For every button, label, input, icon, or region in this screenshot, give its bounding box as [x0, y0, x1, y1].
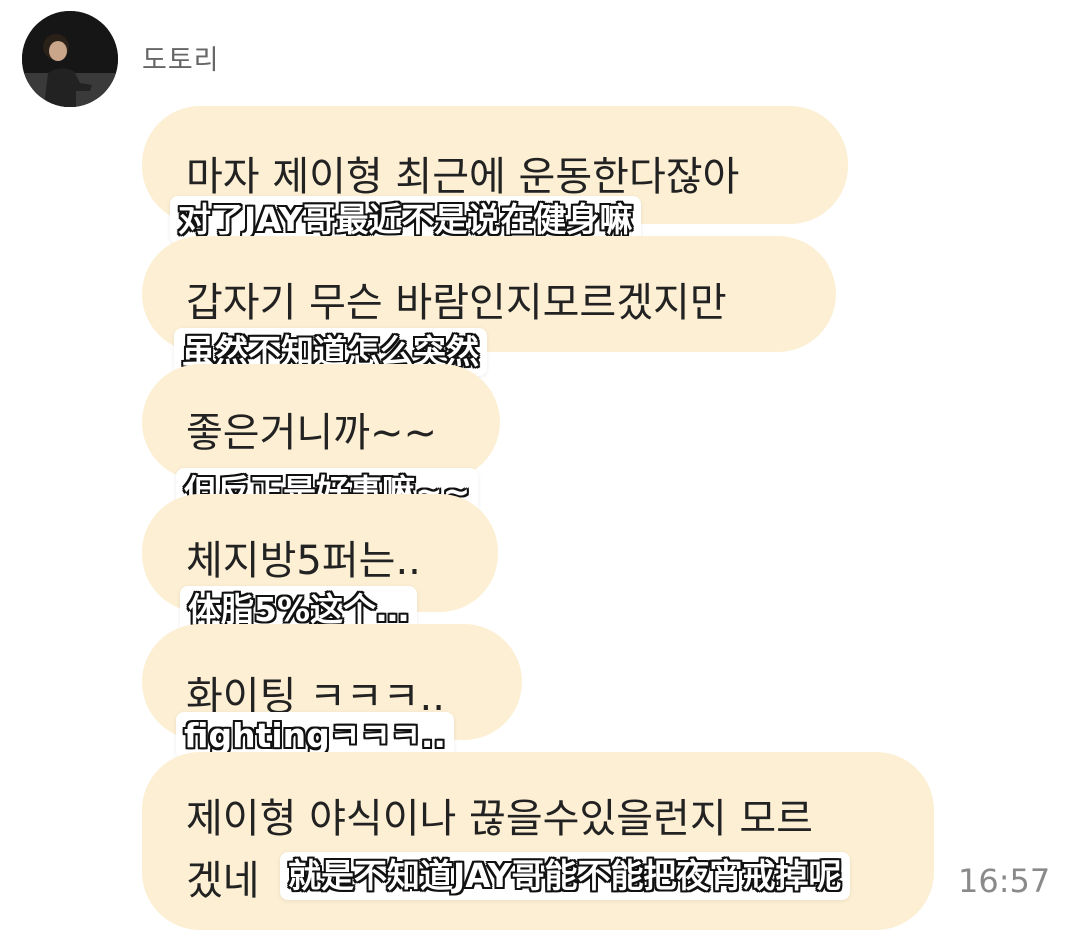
message-text: 갑자기 무슨 바람인지모르겠지만	[186, 280, 727, 326]
avatar[interactable]	[22, 11, 118, 107]
message-text: 체지방5퍼는..	[186, 538, 421, 584]
message-bubble[interactable]: 좋은거니까~~	[142, 364, 500, 480]
message-text-line-2: 겠네	[186, 858, 260, 904]
message-text: 마자 제이형 최근에 운동한다잖아	[186, 154, 740, 200]
sender-name: 도토리	[142, 45, 220, 76]
message-text: 좋은거니까~~	[186, 410, 438, 456]
message-bubble[interactable]: 제이형 야식이나 끊을수있을런지 모르 겠네	[142, 752, 934, 930]
avatar-photo	[22, 11, 118, 107]
message-text-line-1: 제이형 야식이나 끊을수있을런지 모르	[186, 796, 813, 842]
message-timestamp: 16:57	[958, 862, 1051, 900]
translation-caption: 就是不知道JAY哥能不能把夜宵戒掉呢	[280, 852, 850, 900]
